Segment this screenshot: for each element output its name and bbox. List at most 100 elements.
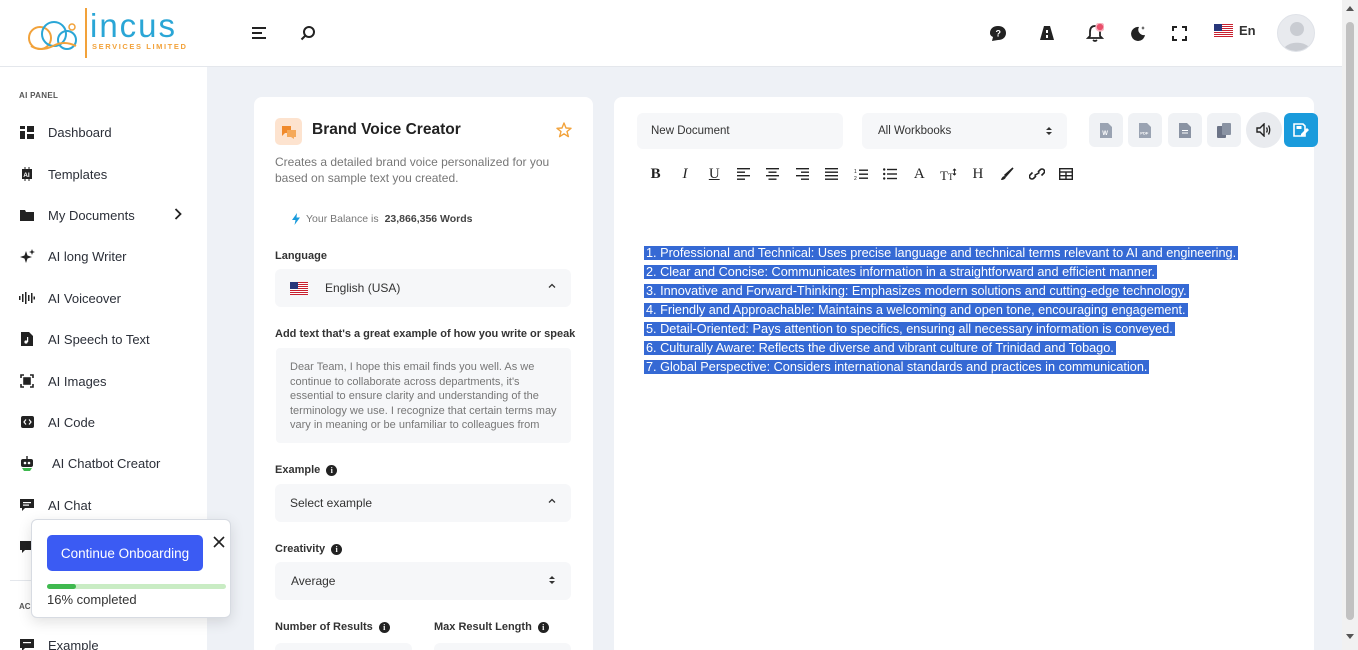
sidebar-item-ai-long-writer[interactable]: AI long Writer <box>19 245 127 267</box>
example-select[interactable]: Select example <box>275 484 571 522</box>
heading-button[interactable]: H <box>963 163 992 185</box>
editor-line: 2. Clear and Concise: Communicates infor… <box>644 265 1157 279</box>
sidebar-item-ai-code[interactable]: AI Code <box>19 411 95 433</box>
copy-button[interactable] <box>1207 113 1241 147</box>
document-name-input[interactable]: New Document <box>637 113 843 149</box>
onboarding-progress-text: 16% completed <box>47 592 137 607</box>
language-value: English (USA) <box>325 281 401 295</box>
bullet-list-button[interactable] <box>875 163 904 185</box>
max-result-length-label: Max Result Length <box>434 621 532 633</box>
sidebar-item-ai-chat[interactable]: AI Chat <box>19 494 91 516</box>
favorite-star-icon[interactable] <box>556 122 572 138</box>
sidebar-item-my-documents[interactable]: My Documents <box>19 204 135 226</box>
language-select[interactable]: English (USA) <box>275 269 571 307</box>
sidebar-item-example[interactable]: Example <box>19 634 99 650</box>
max-result-length-label-row: Max Result Length i <box>434 621 549 633</box>
save-button[interactable] <box>1284 113 1318 147</box>
save-icon <box>1292 122 1309 137</box>
page-scrollbar[interactable] <box>1342 0 1358 650</box>
word-export-button[interactable]: W <box>1089 113 1123 147</box>
text-export-button[interactable] <box>1168 113 1202 147</box>
editor-line: 5. Detail-Oriented: Pays attention to sp… <box>644 322 1175 336</box>
pdf-export-button[interactable]: PDF <box>1128 113 1162 147</box>
close-icon[interactable] <box>212 535 226 549</box>
example-value: Select example <box>290 496 373 510</box>
bell-icon[interactable] <box>1083 21 1107 45</box>
info-icon[interactable]: i <box>331 543 343 555</box>
align-center-button[interactable] <box>758 163 787 185</box>
scroll-down-arrow[interactable] <box>1346 634 1354 639</box>
dark-mode-icon[interactable] <box>1126 21 1150 45</box>
editor-line: 1. Professional and Technical: Uses prec… <box>644 246 1239 260</box>
info-icon[interactable]: i <box>326 464 338 476</box>
info-icon[interactable]: i <box>537 621 549 633</box>
chevron-up-icon <box>548 283 556 288</box>
table-button[interactable] <box>1051 163 1080 185</box>
chat-bubble-icon <box>19 497 35 513</box>
number-of-results-input[interactable] <box>275 643 412 650</box>
max-result-length-input[interactable] <box>434 643 571 650</box>
sidebar-item-label: Templates <box>48 166 108 182</box>
word-export-icon: W <box>1100 122 1112 138</box>
sidebar-item-ai-images[interactable]: AI Images <box>19 370 107 392</box>
us-flag-icon <box>290 281 308 295</box>
top-header: incus SERVICES LIMITED ? En <box>0 0 1342 67</box>
language-selector[interactable]: En <box>1214 23 1256 38</box>
text-size-button[interactable]: TT <box>934 163 963 185</box>
search-icon[interactable] <box>296 21 320 45</box>
svg-text:2: 2 <box>854 176 857 181</box>
dashboard-icon[interactable] <box>1035 21 1059 45</box>
svg-text:PDF: PDF <box>1140 130 1149 135</box>
brush-button[interactable] <box>993 163 1022 185</box>
onboarding-progress-bar <box>47 584 226 589</box>
sidebar-item-ai-speech-to-text[interactable]: AI Speech to Text <box>19 328 150 350</box>
sidebar-item-label: AI Chatbot Creator <box>52 455 161 471</box>
sidebar-item-label: AI Chat <box>48 497 92 513</box>
speaker-button[interactable] <box>1246 112 1282 148</box>
underline-button[interactable]: U <box>700 163 729 185</box>
sample-text-label: Add text that's a great example of how y… <box>275 328 576 340</box>
tool-description: Creates a detailed brand voice personali… <box>275 155 550 185</box>
bold-button[interactable]: B <box>641 163 670 185</box>
font-button[interactable]: A <box>905 163 934 185</box>
word-balance: Your Balance is 23,866,356 Words <box>292 213 473 225</box>
cloud-logo-icon <box>28 21 77 50</box>
ordered-list-button[interactable]: 12 <box>846 163 875 185</box>
fullscreen-icon[interactable] <box>1167 21 1191 45</box>
svg-text:AI: AI <box>23 172 30 179</box>
menu-icon[interactable] <box>248 21 272 45</box>
scroll-thumb[interactable] <box>1346 22 1354 620</box>
sample-text-area[interactable]: Dear Team, I hope this email finds you w… <box>276 348 571 443</box>
info-icon[interactable]: i <box>378 621 390 633</box>
italic-button[interactable]: I <box>670 163 699 185</box>
continue-onboarding-button[interactable]: Continue Onboarding <box>47 535 203 571</box>
brand-logo[interactable]: incus SERVICES LIMITED <box>26 6 191 60</box>
creativity-select[interactable]: Average <box>275 562 571 600</box>
tool-form-card: Brand Voice Creator Creates a detailed b… <box>254 97 593 650</box>
folder-icon <box>19 207 35 223</box>
workbook-select[interactable]: All Workbooks <box>862 113 1067 149</box>
svg-text:1: 1 <box>854 169 857 175</box>
avatar[interactable] <box>1277 14 1315 52</box>
sidebar-item-label: AI long Writer <box>48 248 127 264</box>
chevron-right-icon[interactable] <box>174 208 182 220</box>
scroll-up-arrow[interactable] <box>1346 6 1354 11</box>
document-editor[interactable]: 1. Professional and Technical: Uses prec… <box>644 244 1239 377</box>
sidebar-item-label: AI Code <box>48 414 95 430</box>
sidebar-item-ai-chatbot-creator[interactable]: AI Chatbot Creator <box>19 452 160 474</box>
align-right-button[interactable] <box>787 163 816 185</box>
chat-icon[interactable]: ? <box>986 21 1010 45</box>
sidebar-item-dashboard[interactable]: Dashboard <box>19 121 112 143</box>
example-label-row: Example i <box>275 464 338 476</box>
link-button[interactable] <box>1022 163 1051 185</box>
sidebar-item-label: Example <box>48 637 99 650</box>
onboarding-popup: Continue Onboarding 16% completed <box>31 519 231 618</box>
sidebar-item-ai-voiceover[interactable]: AI Voiceover <box>19 287 121 309</box>
align-left-button[interactable] <box>729 163 758 185</box>
sidebar-item-templates[interactable]: AI Templates <box>19 163 107 185</box>
speaker-icon <box>1256 123 1271 137</box>
sidebar-item-label: AI Images <box>48 373 107 389</box>
code-icon <box>19 414 35 430</box>
onboarding-progress-fill <box>47 584 76 589</box>
justify-button[interactable] <box>817 163 846 185</box>
